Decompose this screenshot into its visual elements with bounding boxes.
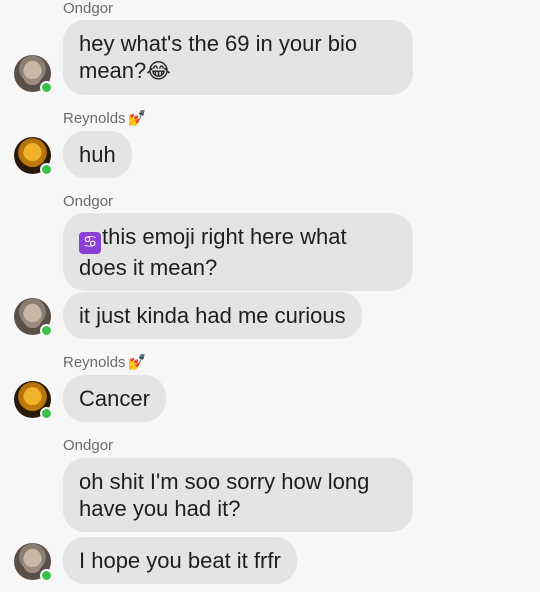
message-text: huh	[79, 142, 116, 167]
online-status-icon	[40, 407, 53, 420]
message-bubble[interactable]: oh shit I'm soo sorry how long have you …	[63, 458, 413, 532]
message-bubble[interactable]: it just kinda had me curious	[63, 292, 362, 339]
avatar-face	[23, 143, 42, 167]
avatar[interactable]	[14, 381, 53, 420]
message-bubble[interactable]: huh	[63, 131, 132, 178]
avatar-face	[23, 61, 42, 85]
message-text: oh shit I'm soo sorry how long have you …	[79, 469, 370, 521]
sender-name: Reynolds 💅	[63, 110, 147, 127]
online-status-icon	[40, 324, 53, 337]
avatar[interactable]	[14, 137, 53, 176]
avatar[interactable]	[14, 543, 53, 582]
avatar-face	[23, 387, 42, 411]
message-text: hey what's the 69 in your bio mean?	[79, 31, 358, 83]
message-text: it just kinda had me curious	[79, 303, 346, 328]
avatar[interactable]	[14, 298, 53, 337]
avatar-face	[23, 549, 42, 573]
online-status-icon	[40, 163, 53, 176]
avatar-face	[23, 304, 42, 328]
message-bubble[interactable]: hey what's the 69 in your bio mean?😂	[63, 20, 413, 95]
message-text: this emoji right here what does it mean?	[79, 224, 347, 280]
nail-polish-emoji: 💅	[127, 354, 147, 371]
message-bubble[interactable]: I hope you beat it frfr	[63, 537, 297, 584]
online-status-icon	[40, 81, 53, 94]
message-bubble[interactable]: ♋ this emoji right here what does it mean…	[63, 213, 413, 291]
sender-name: Reynolds 💅	[63, 354, 147, 371]
message-bubble[interactable]: Cancer	[63, 375, 166, 422]
sender-name: Ondgor	[63, 437, 114, 454]
message-text: Cancer	[79, 386, 150, 411]
sender-name: Ondgor	[63, 193, 114, 210]
sender-name: Ondgor	[63, 0, 114, 17]
cancer-zodiac-icon: ♋	[79, 232, 101, 254]
avatar[interactable]	[14, 55, 53, 94]
laughing-emoji: 😂	[146, 60, 171, 83]
nail-polish-emoji: 💅	[127, 110, 147, 127]
message-text: I hope you beat it frfr	[79, 548, 281, 573]
online-status-icon	[40, 569, 53, 582]
